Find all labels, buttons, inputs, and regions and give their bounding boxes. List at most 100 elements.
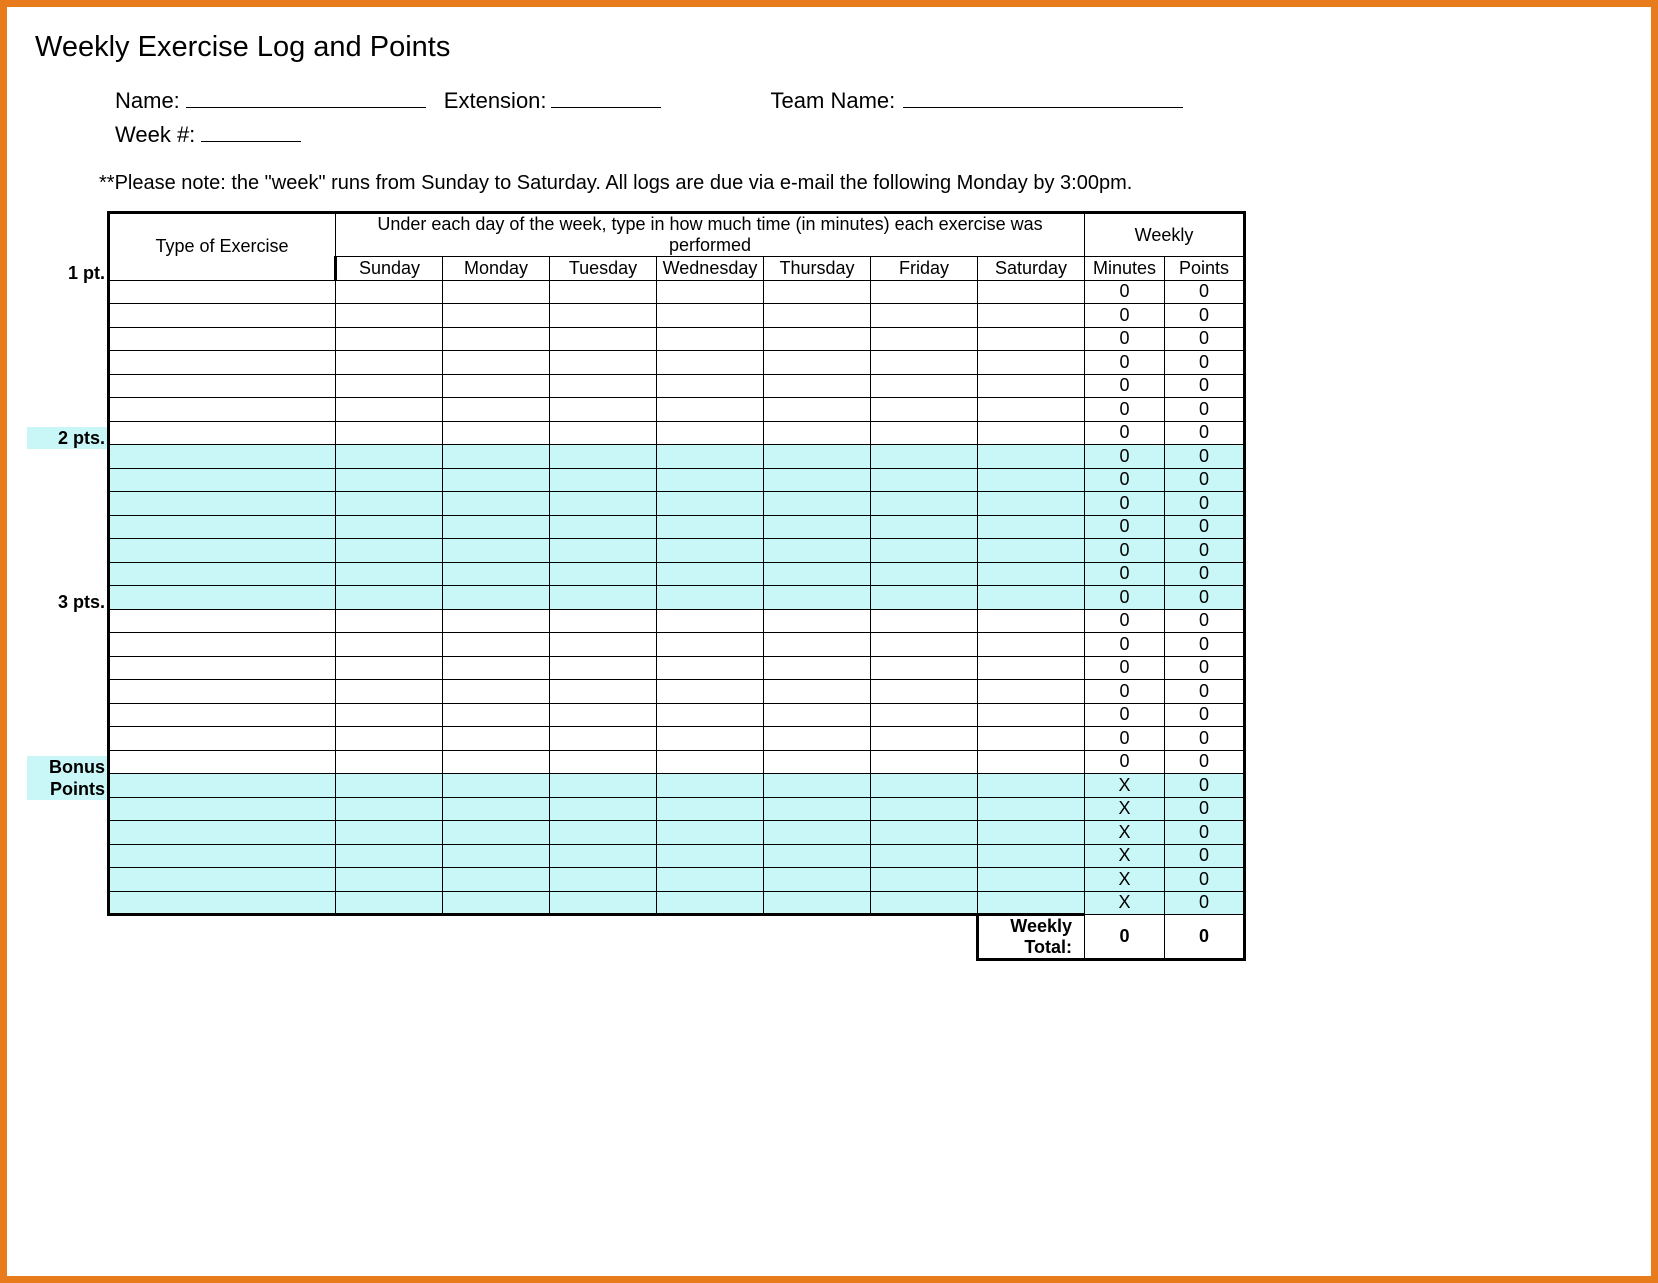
exercise-type-cell[interactable]	[109, 421, 336, 445]
day-cell[interactable]	[764, 398, 871, 422]
day-cell[interactable]	[978, 609, 1085, 633]
day-cell[interactable]	[978, 515, 1085, 539]
day-cell[interactable]	[871, 703, 978, 727]
exercise-type-cell[interactable]	[109, 703, 336, 727]
day-cell[interactable]	[764, 891, 871, 915]
day-cell[interactable]	[443, 515, 550, 539]
day-cell[interactable]	[550, 374, 657, 398]
day-cell[interactable]	[336, 421, 443, 445]
day-cell[interactable]	[764, 421, 871, 445]
day-cell[interactable]	[550, 304, 657, 328]
exercise-type-cell[interactable]	[109, 304, 336, 328]
day-cell[interactable]	[550, 586, 657, 610]
day-cell[interactable]	[657, 703, 764, 727]
day-cell[interactable]	[978, 680, 1085, 704]
day-cell[interactable]	[336, 774, 443, 798]
day-cell[interactable]	[443, 445, 550, 469]
day-cell[interactable]	[978, 327, 1085, 351]
day-cell[interactable]	[978, 797, 1085, 821]
exercise-type-cell[interactable]	[109, 891, 336, 915]
day-cell[interactable]	[336, 351, 443, 375]
day-cell[interactable]	[871, 327, 978, 351]
day-cell[interactable]	[978, 351, 1085, 375]
day-cell[interactable]	[657, 421, 764, 445]
day-cell[interactable]	[764, 727, 871, 751]
day-cell[interactable]	[336, 445, 443, 469]
day-cell[interactable]	[871, 821, 978, 845]
day-cell[interactable]	[764, 539, 871, 563]
day-cell[interactable]	[978, 633, 1085, 657]
day-cell[interactable]	[657, 280, 764, 304]
exercise-type-cell[interactable]	[109, 562, 336, 586]
day-cell[interactable]	[657, 609, 764, 633]
day-cell[interactable]	[657, 844, 764, 868]
day-cell[interactable]	[657, 304, 764, 328]
day-cell[interactable]	[550, 327, 657, 351]
day-cell[interactable]	[764, 562, 871, 586]
day-cell[interactable]	[871, 868, 978, 892]
day-cell[interactable]	[550, 891, 657, 915]
day-cell[interactable]	[443, 633, 550, 657]
exercise-type-cell[interactable]	[109, 515, 336, 539]
day-cell[interactable]	[336, 374, 443, 398]
day-cell[interactable]	[550, 609, 657, 633]
day-cell[interactable]	[657, 868, 764, 892]
day-cell[interactable]	[336, 633, 443, 657]
day-cell[interactable]	[336, 515, 443, 539]
day-cell[interactable]	[871, 351, 978, 375]
day-cell[interactable]	[978, 421, 1085, 445]
day-cell[interactable]	[443, 421, 550, 445]
day-cell[interactable]	[443, 703, 550, 727]
day-cell[interactable]	[550, 727, 657, 751]
day-cell[interactable]	[443, 821, 550, 845]
day-cell[interactable]	[336, 868, 443, 892]
day-cell[interactable]	[443, 468, 550, 492]
day-cell[interactable]	[657, 351, 764, 375]
day-cell[interactable]	[978, 304, 1085, 328]
exercise-type-cell[interactable]	[109, 680, 336, 704]
day-cell[interactable]	[550, 680, 657, 704]
day-cell[interactable]	[336, 304, 443, 328]
day-cell[interactable]	[657, 633, 764, 657]
day-cell[interactable]	[336, 891, 443, 915]
day-cell[interactable]	[764, 750, 871, 774]
day-cell[interactable]	[443, 586, 550, 610]
day-cell[interactable]	[871, 304, 978, 328]
day-cell[interactable]	[871, 774, 978, 798]
day-cell[interactable]	[443, 844, 550, 868]
day-cell[interactable]	[657, 891, 764, 915]
day-cell[interactable]	[657, 374, 764, 398]
day-cell[interactable]	[764, 797, 871, 821]
day-cell[interactable]	[443, 398, 550, 422]
day-cell[interactable]	[764, 351, 871, 375]
day-cell[interactable]	[871, 398, 978, 422]
day-cell[interactable]	[764, 633, 871, 657]
day-cell[interactable]	[550, 774, 657, 798]
exercise-type-cell[interactable]	[109, 374, 336, 398]
exercise-type-cell[interactable]	[109, 774, 336, 798]
day-cell[interactable]	[871, 280, 978, 304]
day-cell[interactable]	[764, 868, 871, 892]
day-cell[interactable]	[336, 680, 443, 704]
exercise-type-cell[interactable]	[109, 868, 336, 892]
exercise-type-cell[interactable]	[109, 633, 336, 657]
day-cell[interactable]	[550, 492, 657, 516]
day-cell[interactable]	[657, 656, 764, 680]
day-cell[interactable]	[550, 468, 657, 492]
day-cell[interactable]	[764, 774, 871, 798]
day-cell[interactable]	[336, 727, 443, 751]
day-cell[interactable]	[764, 703, 871, 727]
day-cell[interactable]	[443, 750, 550, 774]
day-cell[interactable]	[550, 633, 657, 657]
day-cell[interactable]	[871, 562, 978, 586]
day-cell[interactable]	[764, 656, 871, 680]
exercise-type-cell[interactable]	[109, 656, 336, 680]
day-cell[interactable]	[443, 727, 550, 751]
day-cell[interactable]	[871, 656, 978, 680]
day-cell[interactable]	[871, 891, 978, 915]
day-cell[interactable]	[978, 891, 1085, 915]
day-cell[interactable]	[978, 703, 1085, 727]
day-cell[interactable]	[657, 774, 764, 798]
day-cell[interactable]	[443, 374, 550, 398]
day-cell[interactable]	[764, 844, 871, 868]
